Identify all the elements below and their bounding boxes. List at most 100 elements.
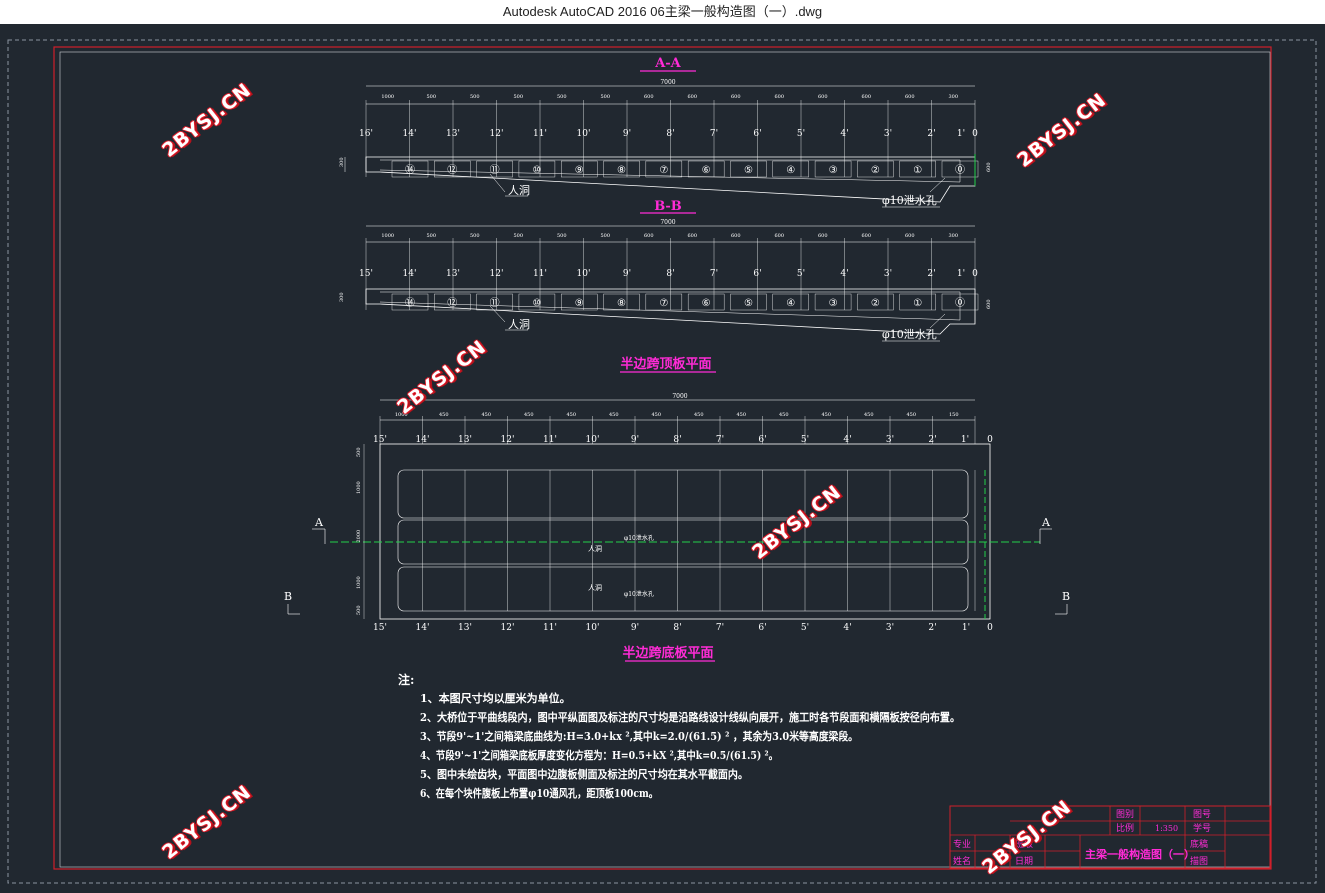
segment-label: 8' <box>673 623 681 633</box>
cell-number: ⓪ <box>955 164 965 176</box>
dim-value: 600 <box>818 94 828 100</box>
dim-value: 500 <box>426 94 436 100</box>
cell-number: ① <box>913 165 922 176</box>
cell-number: ③ <box>829 298 838 309</box>
segment-label: 14' <box>416 623 430 633</box>
segment-label: 0 <box>987 623 993 633</box>
section-bb-title: B-B <box>654 199 682 214</box>
segment-label: 9' <box>623 269 631 279</box>
dim-value: 450 <box>524 412 534 418</box>
dim-value: 300 <box>948 94 958 100</box>
segment-label: 8' <box>666 269 674 279</box>
dim-value: 600 <box>687 233 697 239</box>
segment-label: 13' <box>458 435 472 445</box>
dim-value: 450 <box>609 412 619 418</box>
note-item: 4、节段9'~1'之间箱梁底板厚度变化方程为：H=0.5+kX ²,其中k=0.… <box>420 748 778 762</box>
section-bb-left-height: 300 <box>339 292 345 302</box>
segment-label: 13' <box>446 129 460 139</box>
plan-label-b-right: B <box>1062 590 1070 603</box>
drawing-svg[interactable]: A-A 7000 1000 500 500 500 500 500 600 600 600 600… <box>0 24 1325 889</box>
side-dim: 500 <box>356 605 362 615</box>
dim-value: 500 <box>513 94 523 100</box>
cell-number: ⑭ <box>405 297 415 309</box>
dim-value: 450 <box>864 412 874 418</box>
cell-number: ④ <box>786 165 795 176</box>
segment-label: 9' <box>631 623 639 633</box>
cell-number: ⑤ <box>744 298 753 309</box>
segment-label: 2' <box>928 623 936 633</box>
dim-value: 500 <box>557 94 567 100</box>
segment-label: 14' <box>403 269 417 279</box>
dim-value: 500 <box>600 94 610 100</box>
segment-label: 13' <box>458 623 472 633</box>
cell-number: ⑭ <box>405 164 415 176</box>
notes-head: 注: <box>398 672 414 687</box>
segment-label: 14' <box>403 129 417 139</box>
cell-number: ④ <box>786 298 795 309</box>
cell-number: ⑥ <box>702 165 711 176</box>
drawing-canvas[interactable]: A-A 7000 1000 500 500 500 500 500 600 600 600 600… <box>0 24 1325 889</box>
tb-cell: 专业 <box>953 838 971 850</box>
section-bb-drain-label: φ10泄水孔 <box>882 328 937 341</box>
segment-label: 10' <box>577 129 591 139</box>
tb-scale-value: 1:350 <box>1155 824 1178 833</box>
segment-label: 5' <box>797 269 805 279</box>
window-title: Autodesk AutoCAD 2016 06主梁一般构造图（一）.dwg <box>0 0 1325 24</box>
dim-value: 600 <box>861 233 871 239</box>
segment-label: 5' <box>797 129 805 139</box>
cell-number: ⑧ <box>617 165 626 176</box>
section-aa-left-height: 300 <box>339 157 345 167</box>
segment-label: 3' <box>884 129 892 139</box>
segment-label: 10' <box>586 435 600 445</box>
segment-label: 1' <box>957 129 965 139</box>
cell-number: ② <box>871 165 880 176</box>
plan-label-a-left: A <box>314 516 324 529</box>
segment-label: 0 <box>987 435 993 445</box>
dim-value: 500 <box>600 233 610 239</box>
dim-value: 450 <box>651 412 661 418</box>
dim-value: 600 <box>687 94 697 100</box>
plan-bottom-title: 半边跨底板平面 <box>622 645 713 661</box>
tb-cell: 图号 <box>1193 809 1211 820</box>
cell-number: ① <box>913 298 922 309</box>
segment-label: 4' <box>840 269 848 279</box>
segment-label: 5' <box>801 435 809 445</box>
cell-number: ⓪ <box>955 297 965 309</box>
section-bb-total-dim: 7000 <box>660 219 675 226</box>
segment-label: 12' <box>490 129 504 139</box>
segment-label: 13' <box>446 269 460 279</box>
segment-label: 2' <box>927 269 935 279</box>
segment-label: 10' <box>586 623 600 633</box>
cell-number: ⑫ <box>447 164 457 176</box>
segment-label: 4' <box>843 623 851 633</box>
side-dim: 1000 <box>356 576 362 589</box>
section-aa-drain-label: φ10泄水孔 <box>882 194 937 207</box>
dim-value: 600 <box>905 94 915 100</box>
cell-number: ⑥ <box>702 298 711 309</box>
dim-value: 500 <box>513 233 523 239</box>
segment-label: 7' <box>716 623 724 633</box>
segment-label: 11' <box>533 129 547 139</box>
segment-label: 8' <box>673 435 681 445</box>
section-aa-right-height: 600 <box>986 162 992 172</box>
cell-number: ⑩ <box>532 298 541 309</box>
plan-top-title: 半边跨顶板平面 <box>620 356 711 372</box>
notes: 注: 1、本图尺寸均以厘米为单位。 2、大桥位于平曲线段内，图中平纵面图及标注的… <box>398 672 960 800</box>
segment-label: 11' <box>533 269 547 279</box>
segment-label: 3' <box>886 623 894 633</box>
section-bb: B-B 7000 1000 500 500 500 500 500 600 600 600 600… <box>339 199 992 342</box>
segment-label: 6' <box>758 435 766 445</box>
cell-number: ⑦ <box>659 165 668 176</box>
segment-label: 4' <box>840 129 848 139</box>
section-aa-title: A-A <box>654 56 681 71</box>
segment-label: 3' <box>884 269 892 279</box>
plan-drain-label-2: φ10泄水孔 <box>624 590 654 598</box>
section-aa: A-A 7000 1000 500 500 500 500 500 600 600 600 600… <box>339 56 992 208</box>
tb-cell: 图别 <box>1116 809 1134 820</box>
segment-label: 6' <box>753 269 761 279</box>
dim-value: 450 <box>906 412 916 418</box>
side-dim: 500 <box>356 447 362 457</box>
segment-label: 5' <box>801 623 809 633</box>
dim-value: 450 <box>694 412 704 418</box>
segment-label: 1' <box>962 623 970 633</box>
